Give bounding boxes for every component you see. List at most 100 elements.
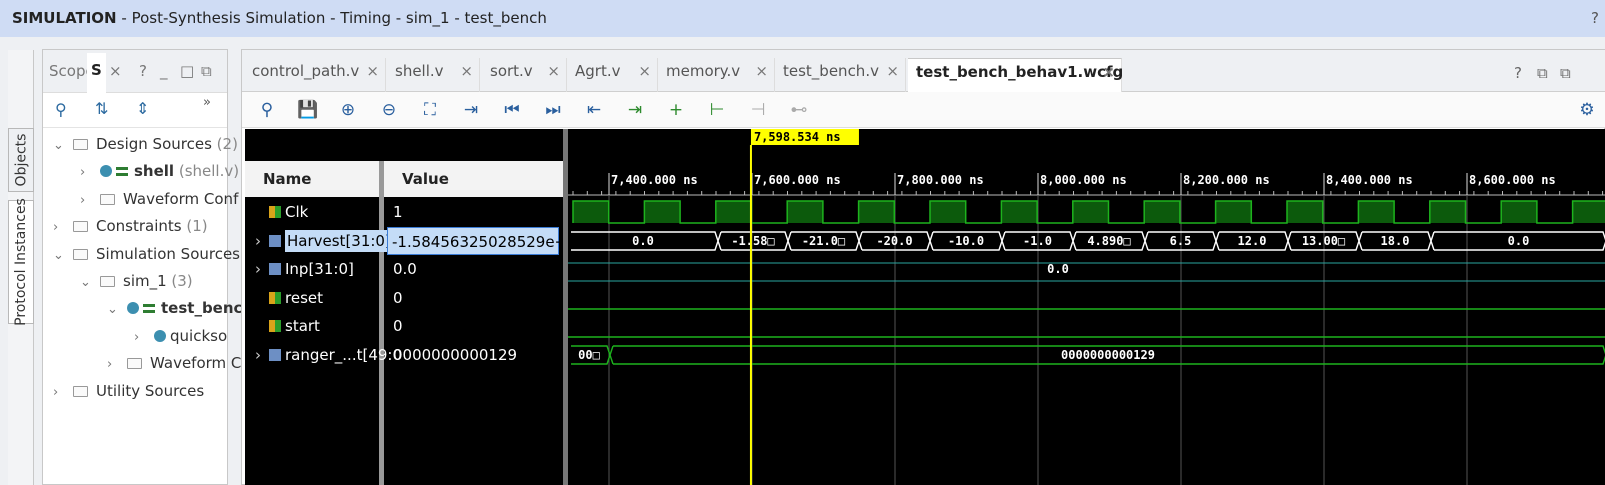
zoom-out-icon[interactable]: ⊖ (379, 100, 399, 120)
chevron-right-icon[interactable]: › (80, 189, 94, 213)
signal-name-row[interactable]: › Inp[31:0] (245, 255, 379, 283)
signal-name-row[interactable]: reset (245, 284, 379, 312)
restore-icon[interactable]: ⧉ (1537, 64, 1548, 82)
chevron-right-icon[interactable]: › (255, 227, 269, 255)
signal-name-row[interactable]: start (245, 312, 379, 340)
inp-bus-value: 0.0 (1047, 262, 1069, 276)
side-tab-protocol-instances[interactable]: Protocol Instances (8, 198, 34, 326)
sources-tab-bar: Scope S × ? _ □ ⧉ (43, 50, 227, 93)
close-icon[interactable]: × (366, 58, 379, 84)
help-icon[interactable]: ? (139, 62, 147, 80)
maximize-icon[interactable]: □ (180, 62, 194, 80)
go-to-cursor-icon[interactable]: ⇥ (461, 100, 481, 120)
chevron-down-icon[interactable]: ⌄ (80, 271, 94, 295)
signal-name-row[interactable]: Clk (245, 198, 379, 226)
expand-all-icon[interactable]: ⇕ (136, 99, 149, 118)
tree-item[interactable]: ⌄Simulation Sources ( (53, 242, 251, 266)
chevron-down-icon[interactable]: ⌄ (107, 298, 121, 322)
add-marker-icon[interactable]: + (666, 100, 686, 120)
file-tab[interactable]: shell.v × (387, 58, 480, 92)
tree-item[interactable]: ⌄ Design Sources (2) (53, 132, 238, 156)
zoom-fit-icon[interactable]: ⛶ (420, 100, 440, 120)
folder-icon (73, 248, 88, 260)
search-icon[interactable]: ⚲ (55, 100, 67, 119)
waveform-canvas[interactable]: 7,598.534 ns 7,400.000 ns 7,600.000 ns 7,80… (568, 129, 1605, 485)
chevron-right-icon[interactable]: › (53, 381, 67, 405)
bus-signal-icon (269, 235, 281, 247)
clock-high-fill (1144, 201, 1180, 223)
zoom-in-icon[interactable]: ⊕ (338, 100, 358, 120)
close-icon[interactable]: × (755, 58, 768, 84)
chevron-down-icon[interactable]: ⌄ (53, 134, 67, 158)
save-icon[interactable]: 💾 (297, 100, 318, 120)
ruler-tick-label: 8,200.000 ns (1183, 173, 1270, 187)
bit-signal-icon (269, 320, 281, 332)
name-column-header[interactable]: Name (245, 161, 379, 197)
tree-item-label: sim_1 (123, 272, 167, 290)
go-to-start-icon[interactable]: ⏮ (502, 100, 522, 120)
waveform-viewer: Name Value Clk 1 › Harvest[31:0] -1.58456325… (245, 129, 1605, 485)
folder-icon (73, 139, 88, 150)
float-icon[interactable]: ⧉ (201, 62, 212, 80)
tree-item[interactable]: › Constraints (1) (53, 214, 208, 238)
file-tab[interactable]: control_path.v × (244, 58, 386, 92)
chevron-right-icon[interactable]: › (107, 353, 121, 377)
close-icon[interactable]: × (109, 62, 122, 80)
go-to-end-icon[interactable]: ⏭ (543, 100, 563, 120)
file-tab[interactable]: test_bench_behav1.wcfg × (908, 58, 1124, 92)
swap-cursors-icon[interactable]: ⊷ (789, 100, 809, 120)
chevron-right-icon[interactable]: › (255, 341, 269, 369)
search-icon[interactable]: ⚲ (257, 100, 277, 120)
collapse-all-icon[interactable]: ⇅ (95, 99, 108, 118)
value-column-header[interactable]: Value (384, 161, 563, 197)
next-marker-icon[interactable]: ⊣ (748, 100, 768, 120)
previous-transition-icon[interactable]: ⇤ (584, 100, 604, 120)
file-tab[interactable]: test_bench.v × (775, 58, 906, 92)
hierarchy-icon (116, 167, 128, 177)
file-tab[interactable]: sort.v × (482, 58, 567, 92)
folder-icon (100, 276, 115, 287)
help-icon[interactable]: ? (1591, 0, 1599, 37)
close-icon[interactable]: × (1102, 59, 1115, 85)
tree-item[interactable]: ⌄ sim_1 (3) (80, 269, 193, 293)
tree-item[interactable]: › quickso (134, 324, 227, 348)
chevron-right-icon[interactable]: › (255, 255, 269, 283)
signal-name-row[interactable]: › Harvest[31:0] (245, 227, 393, 255)
chevron-right-icon[interactable]: › (134, 326, 148, 350)
signal-value: 1 (393, 203, 403, 221)
settings-gear-icon[interactable]: ⚙ (1577, 100, 1597, 120)
close-icon[interactable]: × (460, 58, 473, 84)
previous-marker-icon[interactable]: ⊢ (707, 100, 727, 120)
chevron-right-icon[interactable]: › (80, 161, 94, 185)
tree-item[interactable]: › Utility Sources (53, 379, 204, 403)
next-transition-icon[interactable]: ⇥ (625, 100, 645, 120)
signal-name-row[interactable]: › ranger_...t[49:0 (245, 341, 402, 369)
file-tab-label: test_bench_behav1.wcfg (916, 63, 1124, 81)
close-icon[interactable]: × (886, 58, 899, 84)
left-side-strip: Objects Protocol Instances (8, 50, 34, 485)
tree-item[interactable]: › shell (shell.v) (80, 159, 239, 183)
minimize-icon[interactable]: _ (160, 62, 168, 80)
tree-item-label: shell (134, 162, 175, 181)
chevron-right-icon[interactable]: › (53, 216, 67, 240)
overflow-chevron-icon[interactable]: » (203, 95, 211, 110)
tree-item[interactable]: ⌄ test_benc (107, 296, 242, 320)
chevron-down-icon[interactable]: ⌄ (53, 244, 67, 268)
close-icon[interactable]: × (638, 58, 651, 84)
clock-high-fill (573, 201, 609, 223)
help-icon[interactable]: ? (1514, 64, 1522, 82)
app-mode-label: SIMULATION (12, 9, 117, 27)
waveform-window: ? ⧉ ⧉ control_path.v × shell.v × sort.v × Agrt… (241, 49, 1605, 485)
float-icon[interactable]: ⧉ (1560, 64, 1571, 82)
tree-item-count: (1) (181, 217, 208, 236)
clock-high-fill (1572, 201, 1605, 223)
close-icon[interactable]: × (547, 58, 560, 84)
source-dot-icon (154, 329, 166, 342)
side-tab-objects[interactable]: Objects (8, 128, 34, 192)
file-tab[interactable]: memory.v × (658, 58, 775, 92)
file-tab[interactable]: Agrt.v × (567, 58, 658, 92)
tab-sources[interactable]: S (87, 53, 106, 93)
tree-item[interactable]: › Waveform Conf (80, 187, 238, 211)
tree-item[interactable]: › Waveform C (107, 351, 241, 375)
harvest-bus-segment-value: 0.0 (632, 234, 654, 248)
